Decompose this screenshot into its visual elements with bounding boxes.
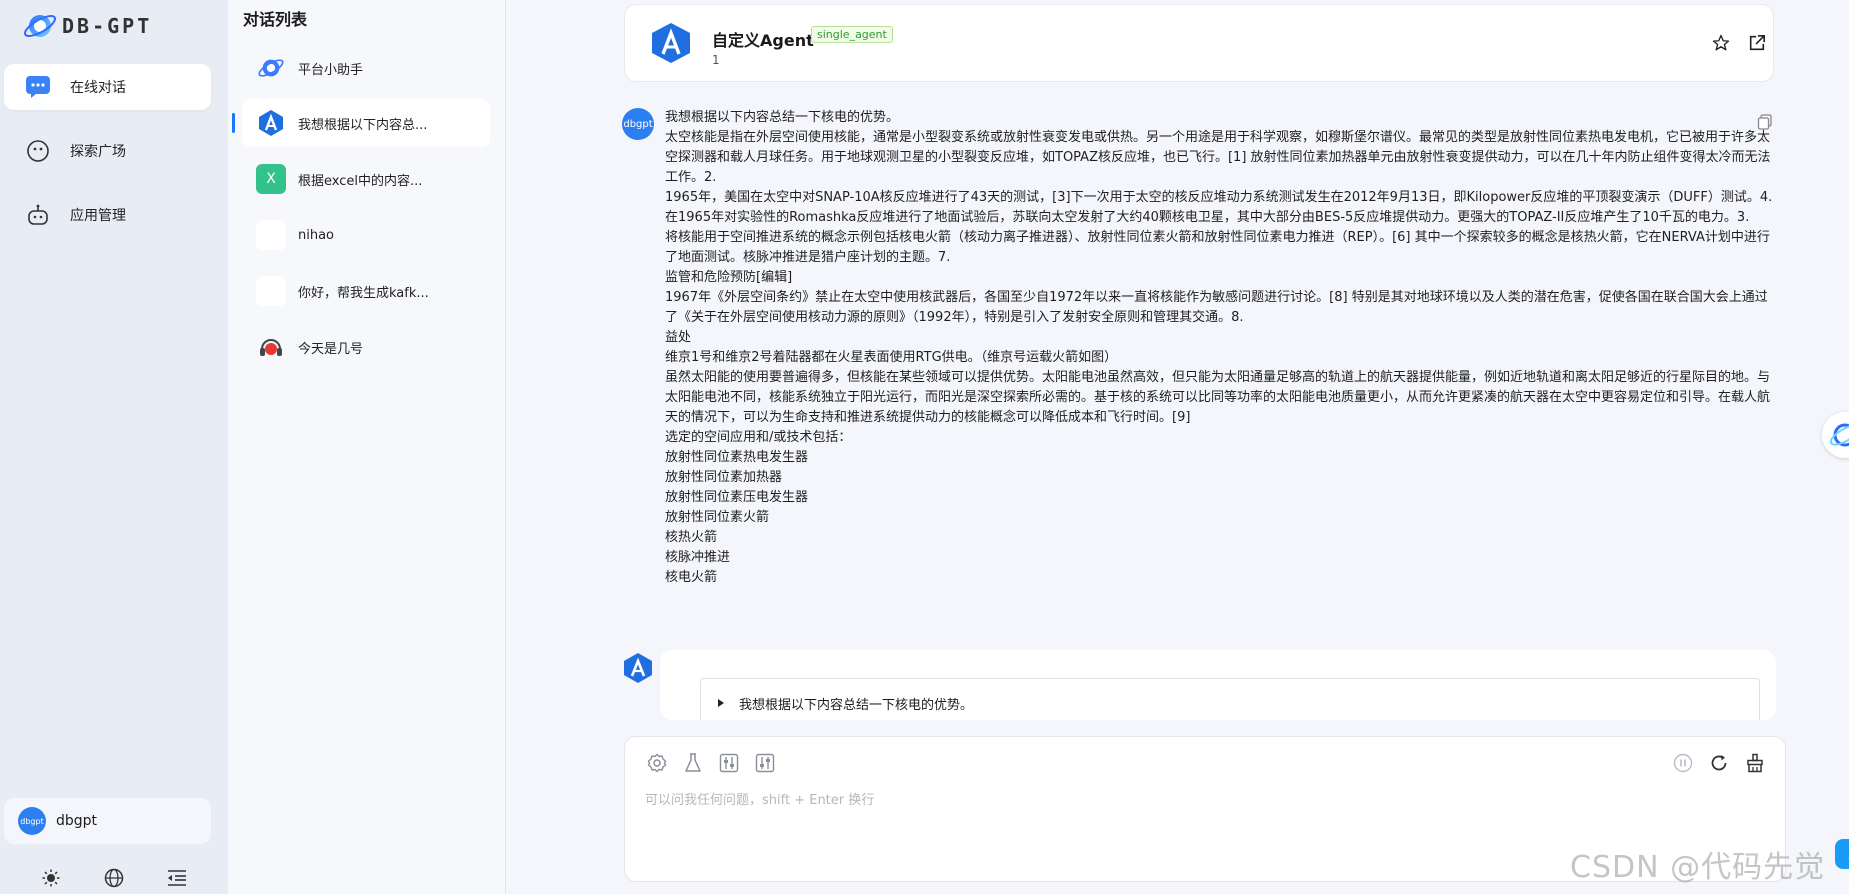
nav-item-label: 探索广场 xyxy=(70,144,126,160)
message-line: 1967年《外层空间条约》禁止在太空中使用核武器后，各国至少自1972年以来一直… xyxy=(665,290,1768,325)
star-icon xyxy=(1712,34,1730,51)
planet-logo-icon xyxy=(23,15,57,37)
conversation-item[interactable]: 平台小助手 xyxy=(242,44,490,92)
nav-item-label: 应用管理 xyxy=(70,208,126,224)
flask-icon[interactable] xyxy=(681,751,705,775)
agent-type-badge: single_agent xyxy=(811,26,893,43)
conversation-item[interactable]: X 根据excel中的内容... xyxy=(242,155,490,203)
user-message: 我想根据以下内容总结一下核电的优势。太空核能是指在外层空间使用核能，通常是小型裂… xyxy=(665,108,1775,588)
user-name: dbgpt xyxy=(56,813,98,829)
message-line: 维京1号和维京2号着陆器都在火星表面使用RTG供电。（维京号运载火箭如图） xyxy=(665,350,1118,365)
nav-item-online-chat[interactable]: 在线对话 xyxy=(4,64,211,110)
answer-collapse-label: 我想根据以下内容总结一下核电的优势。 xyxy=(739,697,974,713)
app-logo[interactable]: DB-GPT xyxy=(22,8,152,44)
main-chat-area: 自定义Agent single_agent 1 dbgpt 我想根据以下内容总结… xyxy=(507,0,1849,894)
agent-description: 1 xyxy=(712,53,720,67)
avatar: dbgpt xyxy=(622,108,654,140)
left-navigation: DB-GPT 在线对话 探索广场 应用管理 dbgpt dbgpt xyxy=(0,0,228,894)
agent-logo-icon xyxy=(256,108,286,138)
sliders-icon[interactable] xyxy=(717,751,741,775)
message-line: 1965年，美国在太空中对SNAP-10A核反应堆进行了43天的测试，[3]下一… xyxy=(665,190,1773,205)
pause-icon[interactable] xyxy=(1671,751,1695,775)
message-line: 放射性同位素压电发生器 xyxy=(665,490,809,505)
conversation-list-title: 对话列表 xyxy=(243,10,308,29)
blank-icon xyxy=(256,276,286,306)
message-line: 放射性同位素火箭 xyxy=(665,510,770,525)
agent-logo-icon xyxy=(624,653,652,683)
planet-icon xyxy=(256,53,286,83)
message-line: 核脉冲推进 xyxy=(665,550,731,565)
settings-icon[interactable] xyxy=(645,751,669,775)
message-line: 监管和危险预防[编辑] xyxy=(665,270,793,285)
nav-item-explore[interactable]: 探索广场 xyxy=(4,128,211,174)
message-line: 我想根据以下内容总结一下核电的优势。 xyxy=(665,110,900,125)
copy-icon[interactable] xyxy=(1757,114,1773,130)
message-line: 将核能用于空间推进系统的概念示例包括核电火箭（核动力离子推进器）、放射性同位素火… xyxy=(665,230,1770,265)
chat-input-placeholder: 可以问我任何问题，shift + Enter 换行 xyxy=(645,793,875,808)
agent-answer-card: 我想根据以下内容总结一下核电的优势。 xyxy=(660,650,1776,720)
message-line: 选定的空间应用和/或技术包括： xyxy=(665,430,852,445)
answer-collapse-panel[interactable]: 我想根据以下内容总结一下核电的优势。 xyxy=(700,678,1760,720)
caret-right-icon xyxy=(718,699,724,707)
conversation-label: 你好，帮我生成kafk... xyxy=(298,285,429,301)
conversation-label: 根据excel中的内容... xyxy=(298,173,423,189)
floating-assistant-button[interactable] xyxy=(1822,412,1849,458)
agent-name: 自定义Agent xyxy=(712,31,814,50)
message-line: 虽然太阳能的使用要普遍得多，但核能在某些领域可以提供优势。太阳能电池虽然高效，但… xyxy=(665,370,1771,425)
clear-icon[interactable] xyxy=(1743,751,1767,775)
nav-item-label: 在线对话 xyxy=(70,80,126,96)
star-button[interactable] xyxy=(1709,31,1733,55)
app-logo-text: DB-GPT xyxy=(62,14,153,38)
explore-icon xyxy=(24,137,52,165)
sliders-alt-icon[interactable] xyxy=(753,751,777,775)
message-line: 太空核能是指在外层空间使用核能，通常是小型裂变系统或放射性衰变发电或供热。另一个… xyxy=(665,130,1771,185)
conversation-label: 平台小助手 xyxy=(298,62,364,78)
conversation-label: nihao xyxy=(298,227,335,243)
agent-logo-icon xyxy=(652,23,690,63)
conversation-item[interactable]: 我想根据以下内容总... xyxy=(232,99,490,147)
message-line: 放射性同位素热电发生器 xyxy=(665,450,809,465)
nav-item-app-management[interactable]: 应用管理 xyxy=(4,192,211,238)
conversation-list: 对话列表 平台小助手 我想根据以下内容总... X 根据excel中的内容...… xyxy=(228,0,742,894)
message-line: 核热火箭 xyxy=(665,530,718,545)
sun-icon[interactable] xyxy=(39,866,63,890)
refresh-icon[interactable] xyxy=(1707,751,1731,775)
nav-bottom-toolbar xyxy=(0,866,228,890)
headset-icon xyxy=(256,332,286,362)
share-button[interactable] xyxy=(1745,31,1769,55)
message-line: 在1965年对实验性的Romashka反应堆进行了地面试验后，苏联向太空发射了大… xyxy=(665,210,1750,225)
excel-icon: X xyxy=(256,164,286,194)
conversation-item[interactable]: nihao xyxy=(242,211,490,259)
message-line: 益处 xyxy=(665,330,692,345)
conversation-item[interactable]: 今天是几号 xyxy=(242,323,490,371)
chat-icon xyxy=(24,73,52,101)
assistant-logo-icon xyxy=(1829,423,1849,447)
share-icon xyxy=(1749,34,1766,51)
send-button[interactable]: 发送 xyxy=(1835,839,1849,869)
conversation-label: 今天是几号 xyxy=(298,341,364,357)
avatar: dbgpt xyxy=(18,807,46,835)
message-line: 核电火箭 xyxy=(665,570,718,585)
menu-collapse-icon[interactable] xyxy=(165,866,189,890)
robot-icon xyxy=(24,201,52,229)
blank-icon xyxy=(256,220,286,250)
agent-header-card: 自定义Agent single_agent 1 xyxy=(624,4,1774,82)
user-profile[interactable]: dbgpt dbgpt xyxy=(4,798,211,844)
message-line: 放射性同位素加热器 xyxy=(665,470,783,485)
conversation-label: 我想根据以下内容总... xyxy=(298,117,428,133)
globe-icon[interactable] xyxy=(102,866,126,890)
conversation-item[interactable]: 你好，帮我生成kafk... xyxy=(242,267,490,315)
watermark-text: CSDN @代码先觉 xyxy=(1570,850,1826,885)
